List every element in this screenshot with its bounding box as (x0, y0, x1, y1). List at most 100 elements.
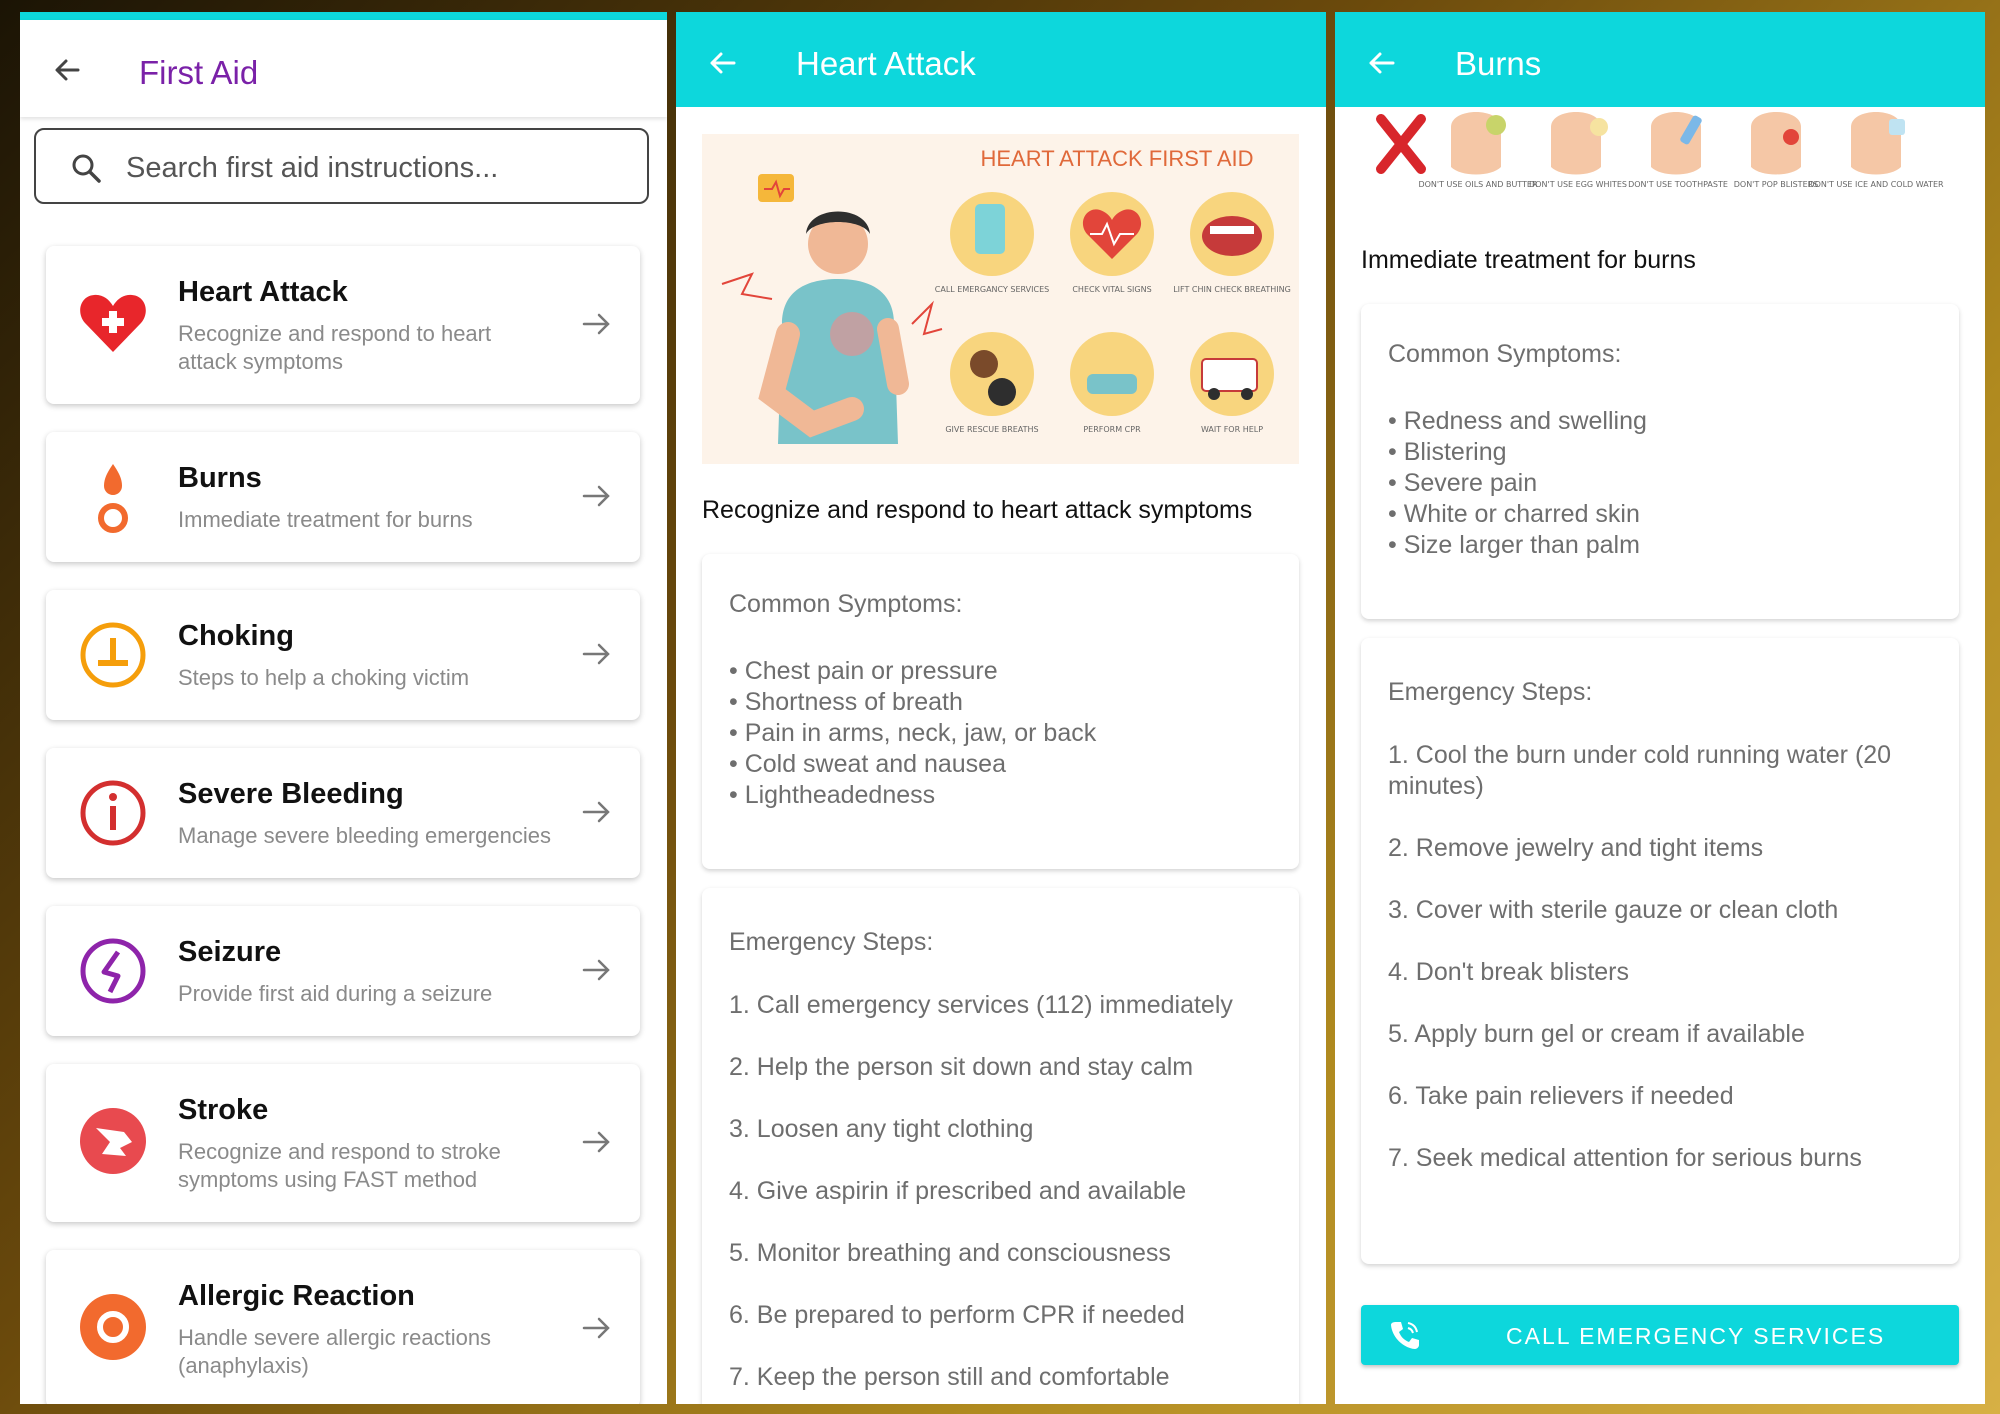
symptoms-title: Common Symptoms: (1388, 340, 1622, 368)
list-item-seizure[interactable]: Seizure Provide first aid during a seizu… (46, 906, 640, 1036)
illustration-label: WAIT FOR HELP (1201, 425, 1263, 434)
step-item: 7. Keep the person still and comfortable (729, 1363, 1170, 1391)
item-subtitle: Steps to help a choking victim (178, 665, 470, 690)
symptom-item: • Chest pain or pressure (729, 657, 998, 685)
step-item: 6. Take pain relievers if needed (1388, 1082, 1734, 1110)
illustration-label: DON'T USE EGG WHITES (1529, 180, 1627, 189)
back-arrow-icon[interactable] (706, 46, 740, 80)
step-item: 6. Be prepared to perform CPR if needed (729, 1301, 1185, 1329)
list-item-stroke[interactable]: Stroke Recognize and respond to stroke s… (46, 1064, 640, 1222)
step-item: 7. Seek medical attention for serious bu… (1388, 1144, 1862, 1172)
illustration-label: LIFT CHIN CHECK BREATHING (1173, 285, 1291, 294)
burns-screen: DON'T USE OILS AND BUTTER DON'T USE EGG … (1335, 12, 1985, 1404)
step-item: 1. Call emergency services (112) immedia… (729, 991, 1233, 1019)
step-item: 4. Don't break blisters (1388, 958, 1629, 986)
page-title: First Aid (139, 54, 259, 91)
symptom-item: • Cold sweat and nausea (729, 750, 1006, 778)
status-strip (20, 12, 667, 20)
symptoms-title: Common Symptoms: (729, 590, 963, 618)
search-field[interactable] (34, 128, 649, 204)
call-emergency-button[interactable]: CALL EMERGENCY SERVICES (1361, 1305, 1959, 1365)
step-item: 5. Monitor breathing and consciousness (729, 1239, 1171, 1267)
illustration-heading: HEART ATTACK FIRST AID (980, 146, 1253, 171)
illustration-label: DON'T POP BLISTERS (1734, 180, 1819, 189)
step-item: 1. Cool the burn under cold running wate… (1388, 741, 1892, 800)
steps-card: Emergency Steps: 1. Call emergency servi… (702, 888, 1299, 1404)
illustration-label: GIVE RESCUE BREATHS (945, 425, 1038, 434)
item-title: Allergic Reaction (178, 1280, 415, 1312)
chevron-right-icon (582, 313, 610, 335)
step-item: 3. Loosen any tight clothing (729, 1115, 1034, 1143)
app-bar: Heart Attack (676, 12, 1326, 107)
search-icon (72, 154, 101, 183)
item-subtitle: Immediate treatment for burns (178, 507, 473, 532)
list-item-allergic-reaction[interactable]: Allergic Reaction Handle severe allergic… (46, 1250, 640, 1404)
item-title: Stroke (178, 1094, 269, 1126)
search-input[interactable] (124, 148, 628, 188)
item-subtitle: Handle severe allergic reactions (anaphy… (178, 1325, 492, 1378)
item-title: Choking (178, 620, 294, 652)
step-item: 4. Give aspirin if prescribed and availa… (729, 1177, 1187, 1205)
item-title: Burns (178, 462, 262, 494)
symptoms-card: Common Symptoms: • Chest pain or pressur… (702, 554, 1299, 869)
stroke-icon (80, 1108, 146, 1174)
illustration-label: CALL EMERGANCY SERVICES (935, 285, 1049, 294)
steps-list: 1. Cool the burn under cold running wate… (1388, 740, 1948, 1174)
item-subtitle: Recognize and respond to stroke symptoms… (178, 1139, 501, 1192)
burns-illustration: DON'T USE OILS AND BUTTER DON'T USE EGG … (1361, 107, 1961, 227)
app-bar: Burns (1335, 12, 1985, 107)
first-aid-list-screen: First Aid Heart Attack Recognize and res… (20, 12, 667, 1404)
symptom-item: • Lightheadedness (729, 781, 936, 809)
illustration-label: DON'T USE OILS AND BUTTER (1418, 180, 1538, 189)
info-icon (80, 780, 146, 846)
list-item-choking[interactable]: Choking Steps to help a choking victim (46, 590, 640, 720)
symptoms-card: Common Symptoms: • Redness and swelling … (1361, 304, 1959, 619)
seizure-icon (80, 938, 146, 1004)
item-title: Severe Bleeding (178, 778, 404, 810)
fire-icon (98, 464, 128, 533)
illustration-label: DON'T USE TOOTHPASTE (1628, 180, 1728, 189)
step-item: 5. Apply burn gel or cream if available (1388, 1020, 1805, 1048)
step-item: 2. Remove jewelry and tight items (1388, 834, 1764, 862)
allergy-icon (80, 1294, 146, 1360)
heart-icon (80, 294, 146, 352)
illustration-label: PERFORM CPR (1083, 425, 1141, 434)
page-title: Burns (1455, 45, 1542, 82)
chevron-right-icon (582, 1317, 610, 1339)
call-button-label: CALL EMERGENCY SERVICES (1506, 1323, 1886, 1349)
steps-list: 1. Call emergency services (112) immedia… (729, 990, 1233, 1393)
symptom-item: • Redness and swelling (1388, 407, 1647, 435)
list-item-heart-attack[interactable]: Heart Attack Recognize and respond to he… (46, 246, 640, 404)
symptom-item: • Size larger than palm (1388, 531, 1640, 559)
chevron-right-icon (582, 1131, 610, 1153)
list-item-burns[interactable]: Burns Immediate treatment for burns (46, 432, 640, 562)
back-arrow-icon[interactable] (48, 50, 88, 90)
symptom-item: • Blistering (1388, 438, 1507, 466)
back-arrow-icon[interactable] (1365, 46, 1399, 80)
app-bar: First Aid (20, 20, 667, 117)
item-title: Heart Attack (178, 276, 348, 308)
step-item: 2. Help the person sit down and stay cal… (729, 1053, 1194, 1081)
chevron-right-icon (582, 643, 610, 665)
description: Recognize and respond to heart attack sy… (702, 496, 1253, 524)
steps-title: Emergency Steps: (1388, 678, 1593, 706)
steps-card: Emergency Steps: 1. Cool the burn under … (1361, 638, 1959, 1264)
symptoms-list: • Chest pain or pressure • Shortness of … (729, 656, 1096, 811)
item-subtitle: Recognize and respond to heart attack sy… (178, 321, 492, 374)
choking-icon (80, 622, 146, 688)
step-item: 3. Cover with sterile gauze or clean clo… (1388, 896, 1839, 924)
symptoms-list: • Redness and swelling • Blistering • Se… (1388, 406, 1647, 561)
illustration-label: DON'T USE ICE AND COLD WATER (1808, 180, 1944, 189)
description: Immediate treatment for burns (1361, 246, 1696, 274)
list-item-severe-bleeding[interactable]: Severe Bleeding Manage severe bleeding e… (46, 748, 640, 878)
symptom-item: • Pain in arms, neck, jaw, or back (729, 719, 1097, 747)
item-subtitle: Manage severe bleeding emergencies (178, 823, 552, 848)
chevron-right-icon (582, 485, 610, 507)
symptom-item: • Severe pain (1388, 469, 1538, 497)
page-title: Heart Attack (796, 45, 976, 82)
symptom-item: • Shortness of breath (729, 688, 963, 716)
steps-title: Emergency Steps: (729, 928, 934, 956)
chevron-right-icon (582, 801, 610, 823)
chevron-right-icon (582, 959, 610, 981)
heart-attack-screen: Heart Attack HEART ATTACK FIRST AID CALL… (676, 12, 1326, 1404)
